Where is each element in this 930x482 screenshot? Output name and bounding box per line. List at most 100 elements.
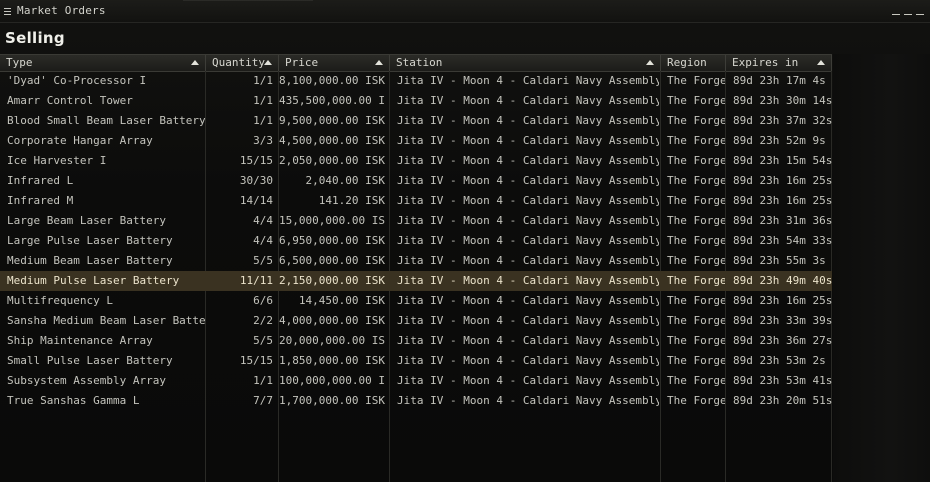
table-row[interactable]: Sansha Medium Beam Laser Battery 2/2 4,000… [0, 311, 832, 331]
cell-station: Jita IV - Moon 4 - Caldari Navy Assembly… [397, 114, 659, 127]
column-header-label: Quantity [212, 56, 265, 69]
cell-station: Jita IV - Moon 4 - Caldari Navy Assembly… [397, 74, 659, 87]
cell-station: Jita IV - Moon 4 - Caldari Navy Assembly… [397, 394, 659, 407]
cell-expires: 89d 23h 54m 33s [733, 234, 832, 247]
market-orders-window: Market Orders Selling Type Quantity Pric… [0, 0, 930, 482]
cell-price: 1,700,000.00 ISK [279, 394, 385, 407]
cell-price: 1,850,000.00 ISK [279, 354, 385, 367]
cell-price: 14,450.00 ISK [298, 294, 385, 307]
cell-quantity: 14/14 [239, 194, 273, 207]
cell-expires: 89d 23h 16m 25s [733, 194, 832, 207]
cell-expires: 89d 23h 55m 3s [733, 254, 826, 267]
table-row[interactable]: Large Beam Laser Battery 4/4 15,000,000.00… [0, 211, 832, 231]
cell-expires: 89d 23h 15m 54s [733, 154, 832, 167]
column-header-region[interactable]: Region [661, 55, 726, 71]
column-header-quantity[interactable]: Quantity [206, 55, 279, 71]
column-header-type[interactable]: Type [0, 55, 206, 71]
window-controls[interactable] [888, 0, 924, 15]
cell-station: Jita IV - Moon 4 - Caldari Navy Assembly… [397, 334, 659, 347]
cell-region: The Forge [667, 134, 725, 147]
sort-ascending-icon [817, 60, 825, 65]
title-bar[interactable]: Market Orders [0, 0, 930, 23]
cell-expires: 89d 23h 37m 32s [733, 114, 832, 127]
cell-type: Infrared L [7, 174, 74, 187]
table-row[interactable]: True Sanshas Gamma L 7/7 1,700,000.00 ISK J… [0, 391, 832, 411]
cell-quantity: 5/5 [253, 254, 273, 267]
table-row[interactable]: Medium Pulse Laser Battery 11/11 2,150,000… [0, 271, 832, 291]
cell-quantity: 1/1 [253, 114, 273, 127]
cell-quantity: 6/6 [253, 294, 273, 307]
column-header-expires[interactable]: Expires in [726, 55, 832, 71]
cell-quantity: 7/7 [253, 394, 273, 407]
cell-price: 8,100,000.00 ISK [279, 74, 385, 87]
table-row[interactable]: Subsystem Assembly Array 1/1 100,000,000.0… [0, 371, 832, 391]
background-area [833, 54, 930, 482]
cell-quantity: 3/3 [253, 134, 273, 147]
cell-price: 2,040.00 ISK [305, 174, 385, 187]
sort-ascending-icon [191, 60, 199, 65]
cell-region: The Forge [667, 314, 725, 327]
cell-type: Subsystem Assembly Array [7, 374, 166, 387]
cell-station: Jita IV - Moon 4 - Caldari Navy Assembly… [397, 254, 659, 267]
cell-region: The Forge [667, 154, 725, 167]
sort-ascending-icon [646, 60, 654, 65]
cell-expires: 89d 23h 49m 40s [733, 274, 832, 287]
cell-expires: 89d 23h 16m 25s [733, 294, 832, 307]
minimize-icon[interactable] [892, 10, 900, 15]
cell-expires: 89d 23h 17m 4s [733, 74, 826, 87]
close-icon[interactable] [916, 10, 924, 15]
cell-price: 4,000,000.00 ISK [279, 314, 385, 327]
cell-price: 20,000,000.00 ISK [279, 334, 385, 347]
cell-station: Jita IV - Moon 4 - Caldari Navy Assembly… [397, 134, 659, 147]
table-row[interactable]: Corporate Hangar Array 3/3 4,500,000.00 IS… [0, 131, 832, 151]
cell-type: True Sanshas Gamma L [7, 394, 140, 407]
cell-region: The Forge [667, 394, 725, 407]
table-row[interactable]: 'Dyad' Co-Processor I 1/1 8,100,000.00 ISK… [0, 71, 832, 91]
cell-region: The Forge [667, 294, 725, 307]
cell-type: Blood Small Beam Laser Battery [7, 114, 205, 127]
cell-price: 100,000,000.00 ISK [279, 374, 385, 387]
table-row[interactable]: Amarr Control Tower 1/1 435,500,000.00 ISK… [0, 91, 832, 111]
cell-station: Jita IV - Moon 4 - Caldari Navy Assembly… [397, 174, 659, 187]
table-row[interactable]: Medium Beam Laser Battery 5/5 6,500,000.00… [0, 251, 832, 271]
cell-price: 2,150,000.00 ISK [279, 274, 385, 287]
cell-type: Corporate Hangar Array [7, 134, 153, 147]
table-row[interactable]: Blood Small Beam Laser Battery 1/1 9,500,0… [0, 111, 832, 131]
cell-price: 6,950,000.00 ISK [279, 234, 385, 247]
cell-region: The Forge [667, 254, 725, 267]
cell-type: 'Dyad' Co-Processor I [7, 74, 147, 87]
column-header-label: Type [6, 56, 33, 69]
column-header-station[interactable]: Station [390, 55, 661, 71]
column-header-price[interactable]: Price [279, 55, 390, 71]
cell-type: Medium Beam Laser Battery [7, 254, 173, 267]
cell-price: 9,500,000.00 ISK [279, 114, 385, 127]
background-window-edge [183, 0, 313, 5]
cell-region: The Forge [667, 374, 725, 387]
cell-quantity: 1/1 [253, 74, 273, 87]
table-row[interactable]: Infrared M 14/14 141.20 ISK Jita IV - Moon … [0, 191, 832, 211]
cell-expires: 89d 23h 36m 27s [733, 334, 832, 347]
table-row[interactable]: Large Pulse Laser Battery 4/4 6,950,000.00… [0, 231, 832, 251]
table-row[interactable]: Small Pulse Laser Battery 15/15 1,850,000.… [0, 351, 832, 371]
cell-station: Jita IV - Moon 4 - Caldari Navy Assembly… [397, 354, 659, 367]
cell-price: 2,050,000.00 ISK [279, 154, 385, 167]
table-row[interactable]: Ship Maintenance Array 5/5 20,000,000.00 I… [0, 331, 832, 351]
table-row[interactable]: Infrared L 30/30 2,040.00 ISK Jita IV - Moo… [0, 171, 832, 191]
cell-station: Jita IV - Moon 4 - Caldari Navy Assembly… [397, 374, 659, 387]
cell-expires: 89d 23h 16m 25s [733, 174, 832, 187]
cell-region: The Forge [667, 174, 725, 187]
cell-type: Ice Harvester I [7, 154, 107, 167]
cell-station: Jita IV - Moon 4 - Caldari Navy Assembly… [397, 294, 659, 307]
cell-type: Large Beam Laser Battery [7, 214, 166, 227]
cell-quantity: 5/5 [253, 334, 273, 347]
cell-region: The Forge [667, 354, 725, 367]
table-row[interactable]: Multifrequency L 6/6 14,450.00 ISK Jita IV … [0, 291, 832, 311]
table-row[interactable]: Ice Harvester I 15/15 2,050,000.00 ISK Jita… [0, 151, 832, 171]
cell-region: The Forge [667, 114, 725, 127]
window-menu-icon[interactable] [4, 8, 11, 15]
column-header-label: Station [396, 56, 443, 69]
cell-type: Small Pulse Laser Battery [7, 354, 173, 367]
cell-station: Jita IV - Moon 4 - Caldari Navy Assembly… [397, 274, 659, 287]
maximize-icon[interactable] [904, 10, 912, 15]
column-header-label: Price [285, 56, 319, 69]
